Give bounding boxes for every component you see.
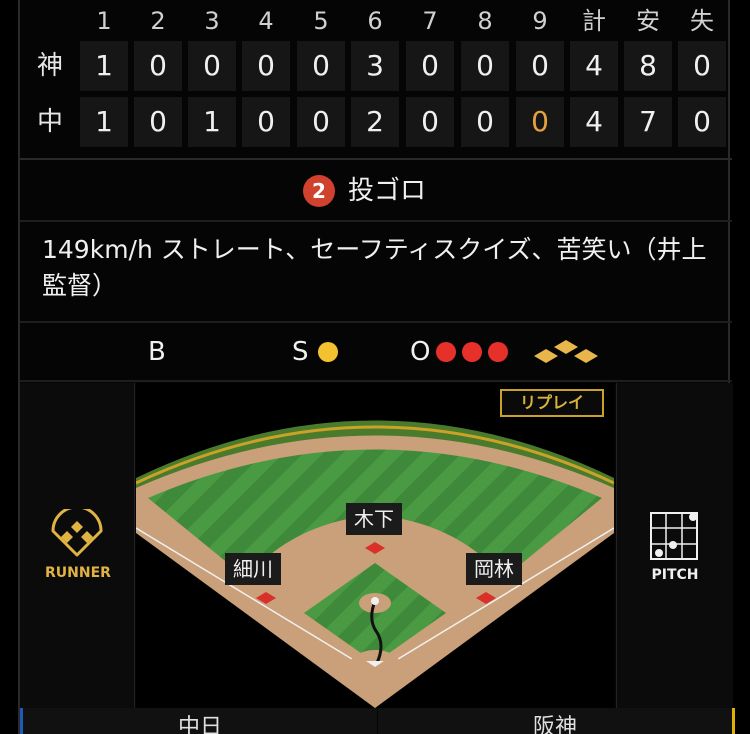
score-cell: 0	[242, 97, 290, 147]
inning-header-1: 1	[96, 7, 112, 35]
field-area: RUNNER リプレイ 木下 細川 岡林 PITCH	[20, 383, 733, 708]
fielder-label-left: 細川	[225, 553, 281, 585]
team-name-home: 中	[36, 107, 63, 137]
total-runs-header: 計	[582, 7, 606, 35]
score-cell: 0	[461, 41, 509, 91]
out-label: O	[410, 337, 431, 367]
errors-cell: 0	[678, 97, 726, 147]
score-cell: 0	[134, 41, 182, 91]
pitch-panel[interactable]: PITCH	[616, 383, 733, 708]
hits-cell: 8	[624, 41, 672, 91]
out-indicator	[488, 342, 508, 362]
runner-panel[interactable]: RUNNER	[20, 383, 135, 708]
pitch-chart-icon	[650, 512, 698, 560]
play-result-text: 投ゴロ	[348, 176, 427, 206]
play-comment: 149km/h ストレート、セーフティスクイズ、苦笑い（井上監督）	[42, 235, 707, 300]
total-runs-cell: 4	[570, 97, 618, 147]
pitch-caption: PITCH	[651, 567, 699, 583]
score-cell: 0	[242, 41, 290, 91]
bases-icon	[534, 340, 598, 363]
hits-header: 安	[636, 7, 660, 35]
divider	[20, 380, 732, 382]
inning-header-5: 5	[313, 7, 329, 35]
strike-label: S	[292, 337, 309, 367]
replay-button[interactable]: リプレイ	[500, 389, 604, 417]
fielder-label-right: 岡林	[466, 553, 522, 585]
divider	[20, 158, 732, 160]
score-cell: 0	[297, 97, 345, 147]
tab-home-team[interactable]: 中日	[20, 708, 377, 734]
score-cell: 1	[188, 97, 236, 147]
play-number-badge: 2	[303, 175, 335, 207]
inning-header-4: 4	[258, 7, 274, 35]
score-cell: 0	[188, 41, 236, 91]
errors-header: 失	[690, 7, 714, 35]
score-cell: 2	[351, 97, 399, 147]
team-name-away: 神	[36, 51, 63, 81]
play-result: 2 投ゴロ	[20, 162, 732, 220]
inning-header-8: 8	[477, 7, 493, 35]
scoreboard: 1 2 3 4 5 6 7 8 9 計 安 失 神 1 0 0 0 0 3 0 …	[20, 0, 732, 158]
ball-label: B	[148, 337, 166, 367]
inning-header-3: 3	[204, 7, 220, 35]
out-indicator	[462, 342, 482, 362]
tab-away-team[interactable]: 阪神	[378, 708, 735, 734]
runner-diamond-icon	[51, 509, 103, 557]
score-cell: 3	[351, 41, 399, 91]
divider	[20, 220, 732, 222]
score-cell: 0	[406, 41, 454, 91]
divider	[20, 321, 732, 323]
errors-cell: 0	[678, 41, 726, 91]
game-detail-panel: 1 2 3 4 5 6 7 8 9 計 安 失 神 1 0 0 0 0 3 0 …	[18, 0, 735, 734]
score-cell: 0	[134, 97, 182, 147]
score-cell-current-inning: 0	[516, 97, 564, 147]
total-runs-cell: 4	[570, 41, 618, 91]
inning-header-2: 2	[150, 7, 166, 35]
runner-caption: RUNNER	[45, 565, 111, 581]
inning-header-9: 9	[532, 7, 548, 35]
score-cell: 0	[516, 41, 564, 91]
score-cell: 1	[80, 97, 128, 147]
score-cell: 0	[406, 97, 454, 147]
team-tabs: 中日 阪神	[20, 708, 735, 734]
hits-cell: 7	[624, 97, 672, 147]
strike-indicator	[318, 342, 338, 362]
fielder-label-center: 木下	[346, 503, 402, 535]
score-cell: 0	[461, 97, 509, 147]
inning-header-7: 7	[422, 7, 438, 35]
score-cell: 0	[297, 41, 345, 91]
inning-header-6: 6	[367, 7, 383, 35]
ball-count: B S O	[20, 324, 732, 380]
score-cell: 1	[80, 41, 128, 91]
out-indicator	[436, 342, 456, 362]
baseball-field	[136, 383, 614, 708]
